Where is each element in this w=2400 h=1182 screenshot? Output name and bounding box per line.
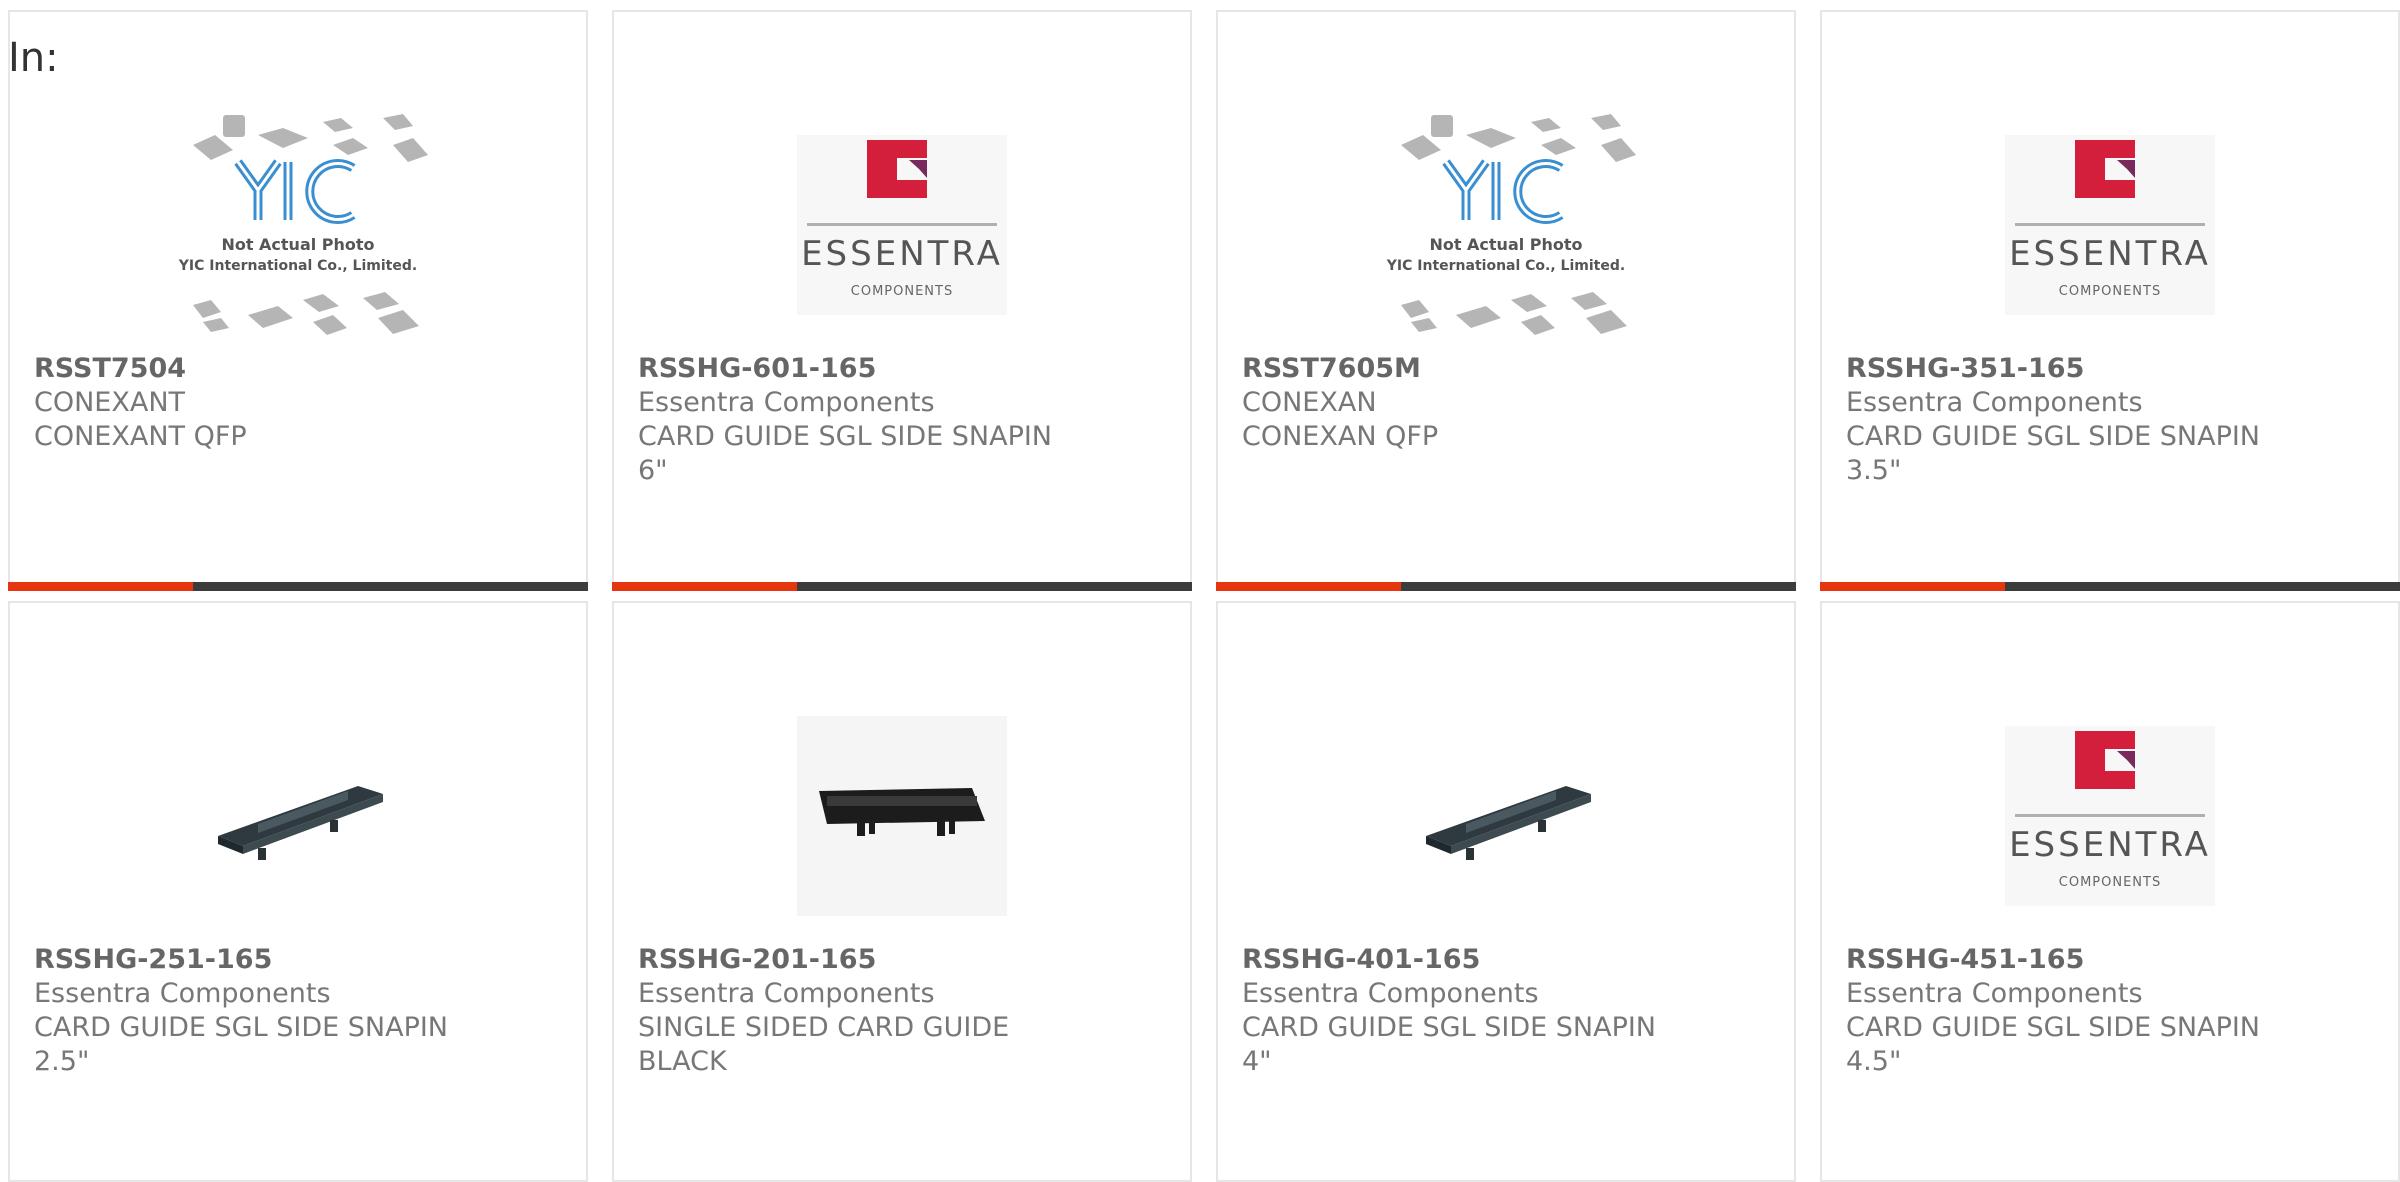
essentra-logo-icon: ESSENTRA COMPONENTS — [797, 135, 1007, 315]
product-card[interactable]: ESSENTRA COMPONENTS RSSHG-601-165 Essent… — [612, 10, 1192, 591]
part-number[interactable]: RSSHG-601-165 — [638, 352, 1170, 386]
part-number[interactable]: RSSHG-401-165 — [1242, 943, 1774, 977]
svg-text:ESSENTRA: ESSENTRA — [2009, 234, 2211, 274]
svg-text:YIC International Co., Limited: YIC International Co., Limited. — [1386, 258, 1625, 274]
description: CARD GUIDE SGL SIDE SNAPIN 3.5" — [1846, 421, 2261, 486]
card-guide-icon — [797, 716, 1007, 916]
product-thumbnail — [767, 681, 1037, 951]
product-card[interactable]: RSSHG-251-165 Essentra Components CARD G… — [8, 601, 588, 1182]
part-number[interactable]: RSSHG-451-165 — [1846, 943, 2378, 977]
svg-text:COMPONENTS: COMPONENTS — [2059, 875, 2161, 890]
card-accent — [1216, 582, 1401, 591]
chip-placeholder-icon: Not Actual Photo YIC International Co., … — [178, 114, 428, 335]
card-bottom-bar — [612, 582, 1192, 591]
part-number[interactable]: RSST7605M — [1242, 352, 1774, 386]
description: CONEXAN QFP — [1242, 421, 1439, 452]
description: CARD GUIDE SGL SIDE SNAPIN 4.5" — [1846, 1012, 2261, 1077]
svg-text:COMPONENTS: COMPONENTS — [2059, 284, 2161, 299]
description: CONEXANT QFP — [34, 421, 247, 452]
card-accent — [1820, 582, 2005, 591]
manufacturer: Essentra Components — [1242, 978, 1539, 1009]
product-grid: Not Actual Photo YIC International Co., … — [8, 10, 2400, 1182]
svg-text:YIC International Co., Limited: YIC International Co., Limited. — [178, 258, 417, 274]
part-number[interactable]: RSSHG-201-165 — [638, 943, 1170, 977]
product-card[interactable]: RSSHG-201-165 Essentra Components SINGLE… — [612, 601, 1192, 1182]
product-thumbnail: Not Actual Photo YIC International Co., … — [163, 90, 433, 360]
card-accent — [8, 582, 193, 591]
manufacturer: CONEXANT — [34, 387, 186, 418]
product-thumbnail — [1371, 681, 1641, 951]
card-guide-icon — [218, 786, 383, 860]
product-card[interactable]: RSSHG-401-165 Essentra Components CARD G… — [1216, 601, 1796, 1182]
essentra-logo-icon: ESSENTRA COMPONENTS — [2005, 726, 2215, 906]
svg-text:ESSENTRA: ESSENTRA — [2009, 825, 2211, 865]
product-card[interactable]: Not Actual Photo YIC International Co., … — [8, 10, 588, 591]
part-number[interactable]: RSSHG-251-165 — [34, 943, 566, 977]
part-number[interactable]: RSST7504 — [34, 352, 566, 386]
card-guide-icon — [1426, 786, 1591, 860]
product-thumbnail — [163, 681, 433, 951]
description: CARD GUIDE SGL SIDE SNAPIN 2.5" — [34, 1012, 449, 1077]
manufacturer: Essentra Components — [638, 978, 935, 1009]
product-card[interactable]: Not Actual Photo YIC International Co., … — [1216, 10, 1796, 591]
chip-placeholder-icon: Not Actual Photo YIC International Co., … — [1386, 114, 1636, 335]
description: CARD GUIDE SGL SIDE SNAPIN 6" — [638, 421, 1053, 486]
product-thumbnail: Not Actual Photo YIC International Co., … — [1371, 90, 1641, 360]
manufacturer: CONEXAN — [1242, 387, 1377, 418]
product-card[interactable]: ESSENTRA COMPONENTS RSSHG-451-165 Essent… — [1820, 601, 2400, 1182]
essentra-logo-icon: ESSENTRA COMPONENTS — [2005, 135, 2215, 315]
svg-text:ESSENTRA: ESSENTRA — [801, 234, 1003, 274]
product-thumbnail: ESSENTRA COMPONENTS — [1975, 681, 2245, 951]
card-bottom-bar — [1216, 582, 1796, 591]
svg-text:Not Actual Photo: Not Actual Photo — [1429, 235, 1582, 254]
part-number[interactable]: RSSHG-351-165 — [1846, 352, 2378, 386]
product-card[interactable]: ESSENTRA COMPONENTS RSSHG-351-165 Essent… — [1820, 10, 2400, 591]
manufacturer: Essentra Components — [638, 387, 935, 418]
card-bottom-bar — [8, 582, 588, 591]
manufacturer: Essentra Components — [34, 978, 331, 1009]
manufacturer: Essentra Components — [1846, 387, 2143, 418]
filter-label: In: — [8, 35, 59, 81]
product-thumbnail: ESSENTRA COMPONENTS — [767, 90, 1037, 360]
description: CARD GUIDE SGL SIDE SNAPIN 4" — [1242, 1012, 1657, 1077]
manufacturer: Essentra Components — [1846, 978, 2143, 1009]
svg-text:COMPONENTS: COMPONENTS — [851, 284, 953, 299]
product-thumbnail: ESSENTRA COMPONENTS — [1975, 90, 2245, 360]
description: SINGLE SIDED CARD GUIDE BLACK — [638, 1012, 1010, 1077]
card-accent — [612, 582, 797, 591]
svg-text:Not Actual Photo: Not Actual Photo — [221, 235, 374, 254]
card-bottom-bar — [1820, 582, 2400, 591]
